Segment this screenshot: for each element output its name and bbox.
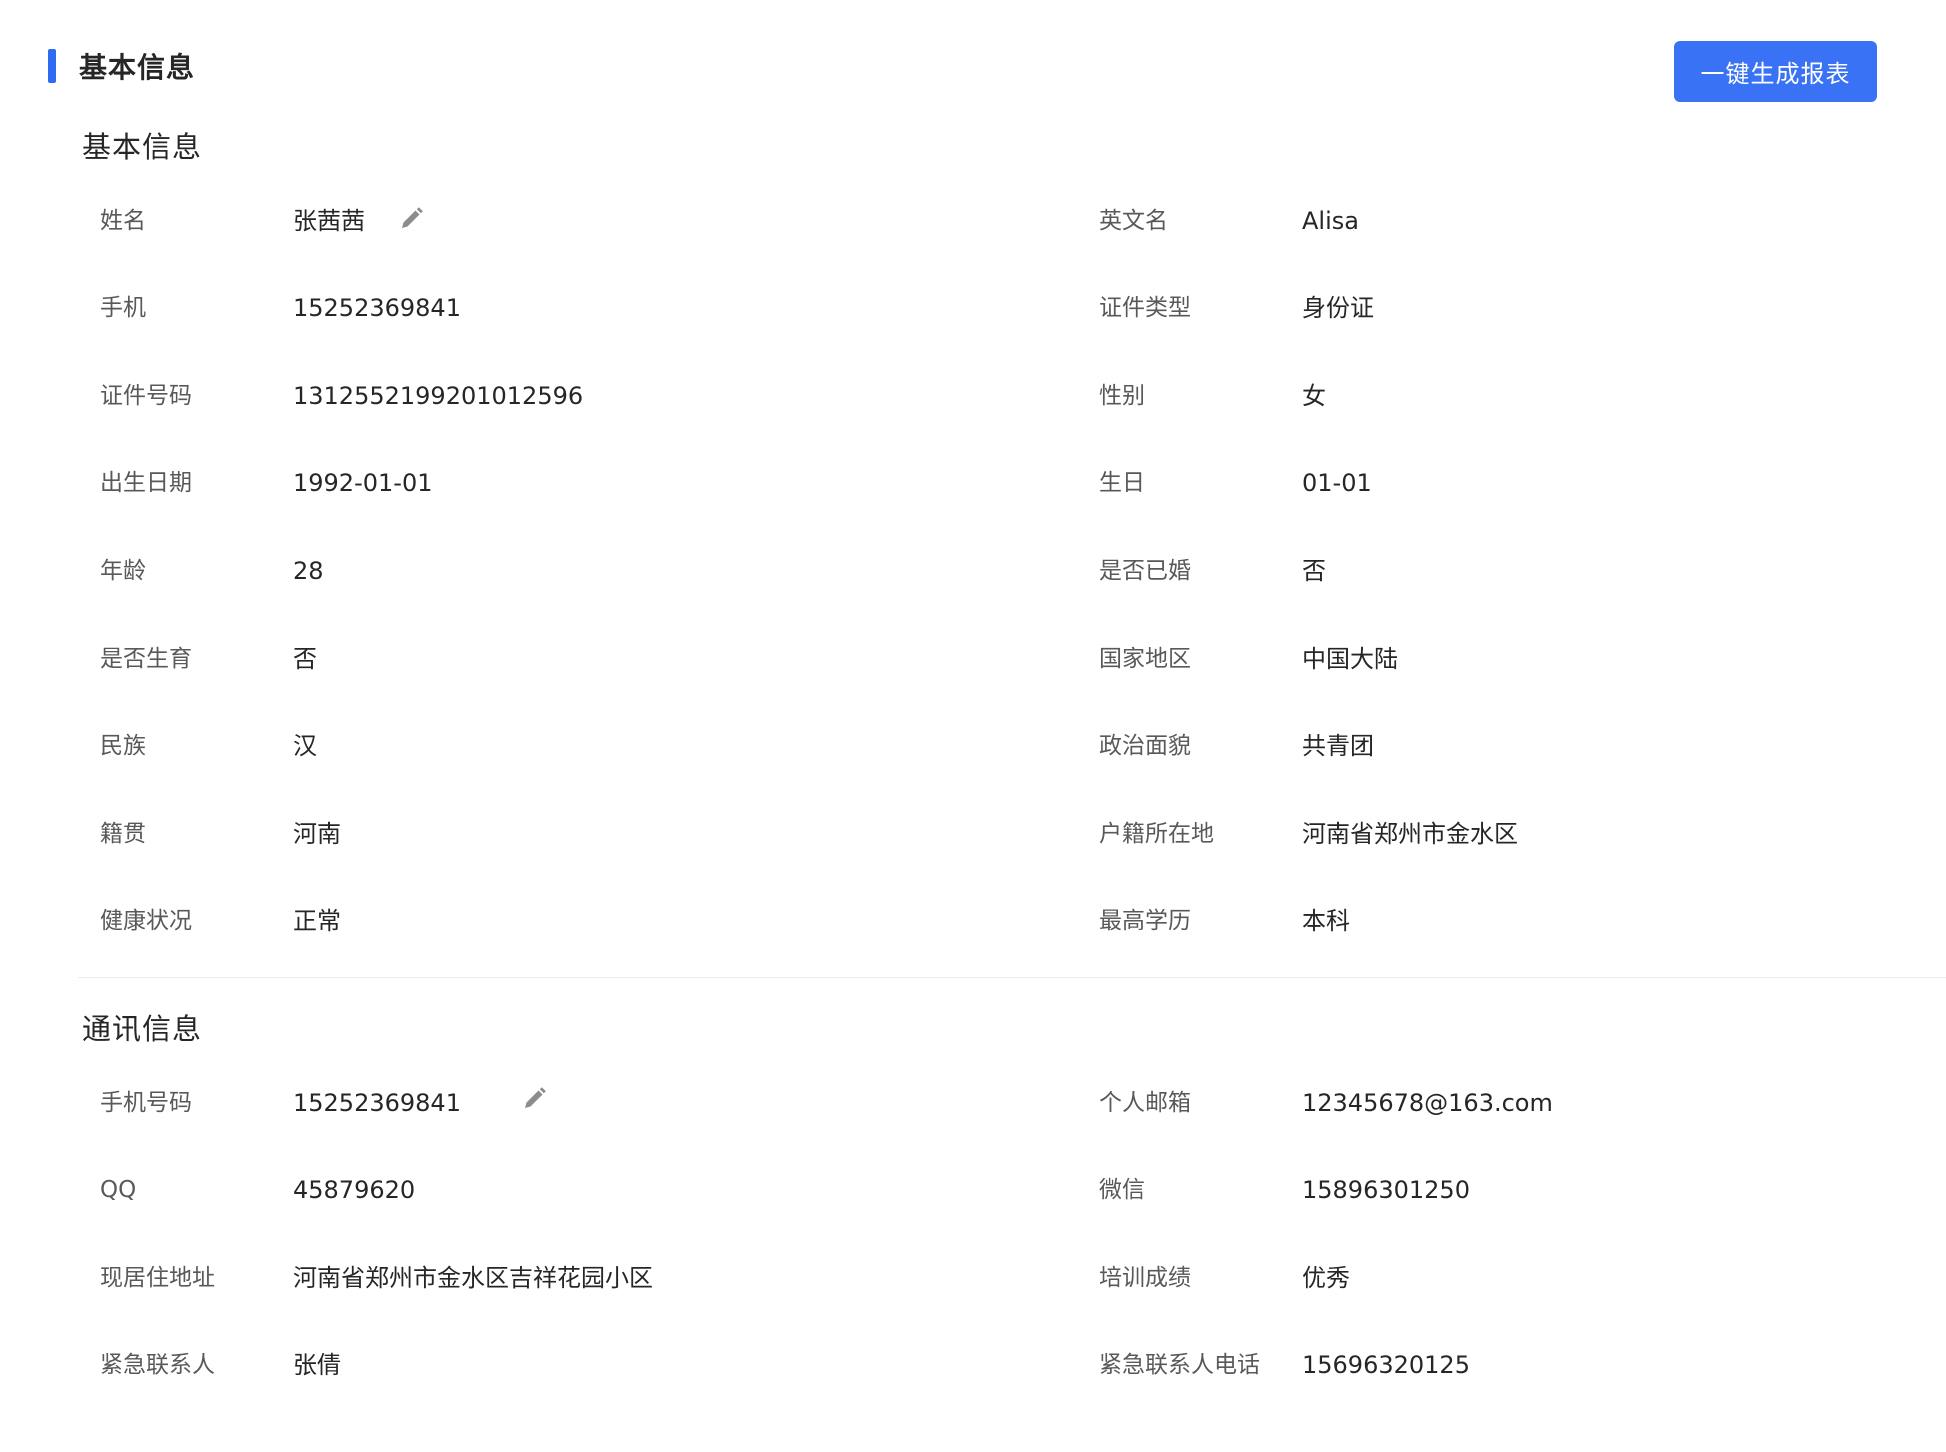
info-row: 是否生育 否 国家地区 中国大陆 — [0, 634, 1946, 684]
field-label-emergency-contact: 紧急联系人 — [100, 1352, 215, 1378]
pencil-edit-icon[interactable] — [397, 205, 425, 233]
field-label-political-status: 政治面貌 — [1099, 733, 1191, 759]
field-value-qq: 45879620 — [293, 1176, 416, 1204]
field-value-phone: 15252369841 — [293, 294, 461, 322]
field-value-country-region: 中国大陆 — [1302, 645, 1398, 673]
field-label-qq: QQ — [100, 1177, 137, 1203]
field-label-name: 姓名 — [100, 208, 146, 234]
section-divider — [78, 977, 1946, 978]
header-accent-bar — [48, 49, 56, 83]
field-value-email: 12345678@163.com — [1302, 1089, 1553, 1117]
info-row: 出生日期 1992-01-01 生日 01-01 — [0, 458, 1946, 508]
field-label-birth-date: 出生日期 — [100, 470, 192, 496]
field-value-id-type: 身份证 — [1302, 294, 1374, 322]
info-row: 健康状况 正常 最高学历 本科 — [0, 896, 1946, 946]
field-value-gender: 女 — [1302, 382, 1326, 410]
field-label-id-type: 证件类型 — [1099, 295, 1191, 321]
field-label-training-score: 培训成绩 — [1099, 1265, 1191, 1291]
field-label-has-children: 是否生育 — [100, 646, 192, 672]
info-row: 手机 15252369841 证件类型 身份证 — [0, 283, 1946, 333]
field-label-phone: 手机 — [100, 295, 146, 321]
field-label-birthday: 生日 — [1099, 470, 1145, 496]
field-label-native-place: 籍贯 — [100, 821, 146, 847]
info-row: 手机号码 15252369841 个人邮箱 12345678@163.com — [0, 1078, 1946, 1128]
field-value-household-location: 河南省郑州市金水区 — [1302, 820, 1518, 848]
field-value-age: 28 — [293, 557, 324, 585]
field-value-current-address: 河南省郑州市金水区吉祥花园小区 — [293, 1264, 653, 1292]
field-value-political-status: 共青团 — [1302, 732, 1374, 760]
field-value-has-children: 否 — [293, 645, 317, 673]
info-row: 紧急联系人 张倩 紧急联系人电话 15696320125 — [0, 1340, 1946, 1390]
field-label-married: 是否已婚 — [1099, 558, 1191, 584]
field-label-emergency-phone: 紧急联系人电话 — [1099, 1352, 1260, 1378]
page-header: 基本信息 — [48, 44, 195, 88]
field-value-birth-date: 1992-01-01 — [293, 469, 433, 497]
field-label-age: 年龄 — [100, 558, 146, 584]
field-label-gender: 性别 — [1099, 383, 1145, 409]
field-label-country-region: 国家地区 — [1099, 646, 1191, 672]
field-value-emergency-phone: 15696320125 — [1302, 1351, 1470, 1379]
field-value-id-number: 131255219920101259​6 — [293, 382, 584, 410]
field-label-english-name: 英文名 — [1099, 208, 1168, 234]
generate-report-button[interactable]: 一键生成报表 — [1674, 41, 1877, 102]
field-label-ethnicity: 民族 — [100, 733, 146, 759]
field-label-household-location: 户籍所在地 — [1099, 821, 1214, 847]
field-value-health: 正常 — [293, 907, 341, 935]
field-value-ethnicity: 汉 — [293, 732, 317, 760]
info-row: QQ 45879620 微信 15896301250 — [0, 1165, 1946, 1215]
field-value-mobile-number: 15252369841 — [293, 1089, 461, 1117]
field-value-native-place: 河南 — [293, 820, 341, 848]
field-value-married: 否 — [1302, 557, 1326, 585]
field-value-education: 本科 — [1302, 907, 1350, 935]
field-label-email: 个人邮箱 — [1099, 1090, 1191, 1116]
info-row: 现居住地址 河南省郑州市金水区吉祥花园小区 培训成绩 优秀 — [0, 1253, 1946, 1303]
section-title-basic-info: 基本信息 — [82, 130, 203, 164]
field-label-id-number: 证件号码 — [100, 383, 192, 409]
page-title: 基本信息 — [79, 51, 196, 84]
field-label-education: 最高学历 — [1099, 908, 1191, 934]
field-value-training-score: 优秀 — [1302, 1264, 1350, 1292]
field-label-wechat: 微信 — [1099, 1177, 1145, 1203]
field-value-name: 张茜茜 — [293, 207, 365, 235]
info-row: 证件号码 131255219920101259​6 性别 女 — [0, 371, 1946, 421]
field-value-birthday: 01-01 — [1302, 469, 1372, 497]
info-row: 年龄 28 是否已婚 否 — [0, 546, 1946, 596]
section-title-contact-info: 通讯信息 — [82, 1012, 203, 1046]
field-value-wechat: 15896301250 — [1302, 1176, 1470, 1204]
info-row: 籍贯 河南 户籍所在地 河南省郑州市金水区 — [0, 809, 1946, 859]
info-row: 民族 汉 政治面貌 共青团 — [0, 721, 1946, 771]
field-value-english-name: Alisa — [1302, 207, 1359, 235]
field-label-current-address: 现居住地址 — [100, 1265, 215, 1291]
field-value-emergency-contact: 张倩 — [293, 1351, 341, 1379]
field-label-health: 健康状况 — [100, 908, 192, 934]
field-label-mobile-number: 手机号码 — [100, 1090, 192, 1116]
pencil-edit-icon[interactable] — [520, 1085, 548, 1113]
info-row: 姓名 张茜茜 英文名 Alisa — [0, 196, 1946, 246]
